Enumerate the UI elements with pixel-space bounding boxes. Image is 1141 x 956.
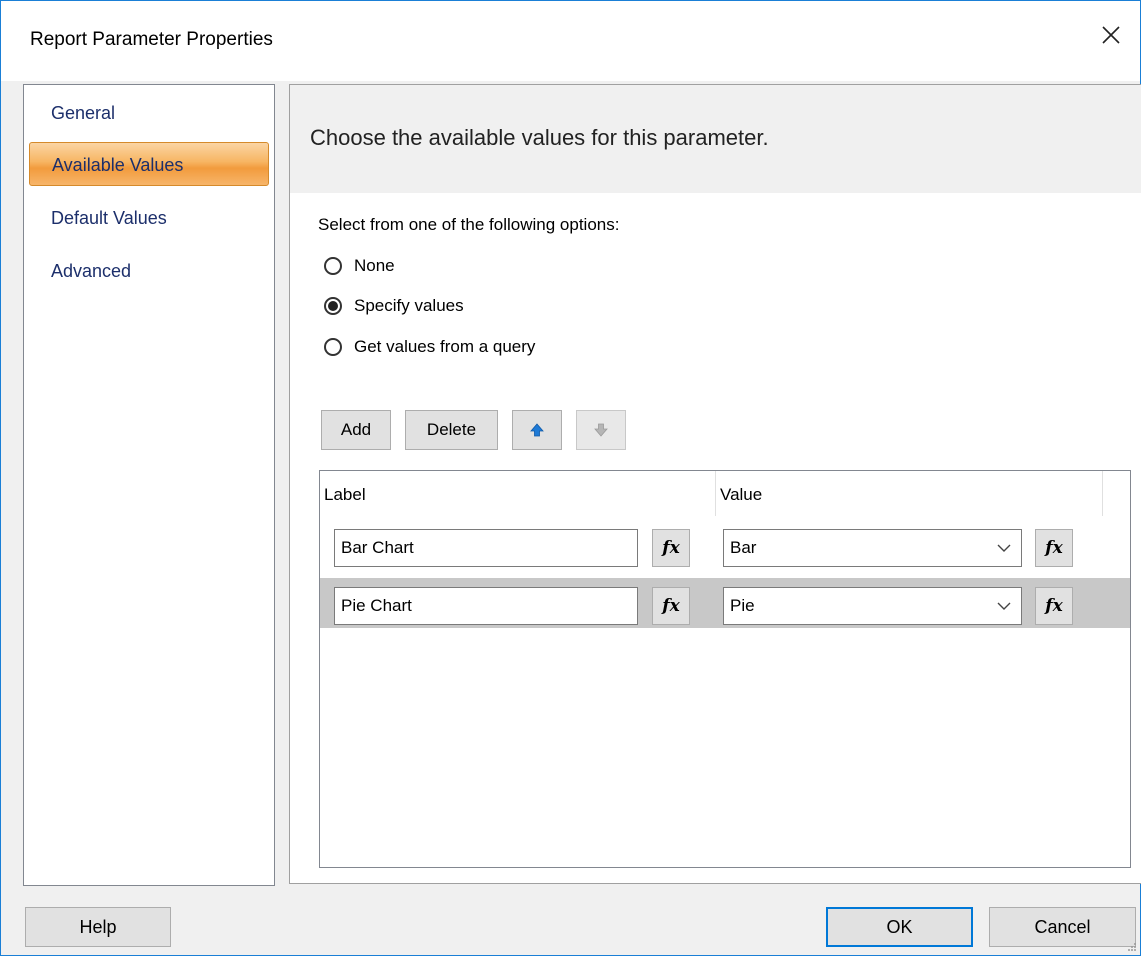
value-text: Pie xyxy=(730,596,755,615)
table-row: Bar Chart fx Bar fx xyxy=(320,520,1130,570)
chevron-down-icon xyxy=(997,544,1011,552)
function-icon: fx xyxy=(1045,596,1063,616)
resize-grip-icon[interactable] xyxy=(1127,942,1137,952)
cancel-button[interactable]: Cancel xyxy=(989,907,1136,947)
radio-circle-selected xyxy=(324,297,342,315)
radio-circle xyxy=(324,338,342,356)
nav-item-general[interactable]: General xyxy=(29,91,269,135)
move-down-button[interactable] xyxy=(576,410,626,450)
panel-header: Choose the available values for this par… xyxy=(290,85,1141,193)
values-grid: Label Value Bar Chart fx Bar fx Pie Char… xyxy=(319,470,1131,868)
report-parameter-properties-dialog: Report Parameter Properties General Avai… xyxy=(0,0,1141,956)
function-icon: fx xyxy=(1045,538,1063,558)
radio-label: Specify values xyxy=(354,296,464,315)
radio-none[interactable]: None xyxy=(324,253,395,279)
add-button[interactable]: Add xyxy=(321,410,391,450)
column-header-value: Value xyxy=(720,485,763,504)
label-expression-button[interactable]: fx xyxy=(652,587,690,625)
value-combobox[interactable]: Pie xyxy=(723,587,1022,625)
nav-item-default-values[interactable]: Default Values xyxy=(29,196,269,240)
radio-get-from-query[interactable]: Get values from a query xyxy=(324,334,535,360)
radio-label: None xyxy=(354,256,395,275)
window-title: Report Parameter Properties xyxy=(30,29,273,50)
panel-header-text: Choose the available values for this par… xyxy=(310,125,769,150)
delete-button[interactable]: Delete xyxy=(405,410,498,450)
value-combobox[interactable]: Bar xyxy=(723,529,1022,567)
help-button[interactable]: Help xyxy=(25,907,171,947)
arrow-up-icon xyxy=(530,423,544,437)
label-input[interactable]: Pie Chart xyxy=(334,587,638,625)
radio-specify-values[interactable]: Specify values xyxy=(324,293,464,319)
available-values-panel: Choose the available values for this par… xyxy=(289,84,1141,884)
column-header-label: Label xyxy=(324,485,366,504)
nav-item-available-values[interactable]: Available Values xyxy=(29,142,269,186)
ok-button[interactable]: OK xyxy=(826,907,973,947)
chevron-down-icon xyxy=(997,602,1011,610)
close-button[interactable] xyxy=(1091,15,1131,55)
label-expression-button[interactable]: fx xyxy=(652,529,690,567)
label-input[interactable]: Bar Chart xyxy=(334,529,638,567)
close-icon xyxy=(1102,26,1120,44)
options-prompt: Select from one of the following options… xyxy=(318,215,620,234)
value-expression-button[interactable]: fx xyxy=(1035,587,1073,625)
arrow-down-icon xyxy=(594,423,608,437)
radio-circle xyxy=(324,257,342,275)
page-navigation: General Available Values Default Values … xyxy=(23,84,275,886)
move-up-button[interactable] xyxy=(512,410,562,450)
function-icon: fx xyxy=(662,596,680,616)
function-icon: fx xyxy=(662,538,680,558)
value-expression-button[interactable]: fx xyxy=(1035,529,1073,567)
table-row: Pie Chart fx Pie fx xyxy=(320,578,1130,628)
radio-label: Get values from a query xyxy=(354,337,536,356)
value-text: Bar xyxy=(730,538,757,557)
nav-item-advanced[interactable]: Advanced xyxy=(29,249,269,293)
title-bar: Report Parameter Properties xyxy=(1,1,1140,81)
